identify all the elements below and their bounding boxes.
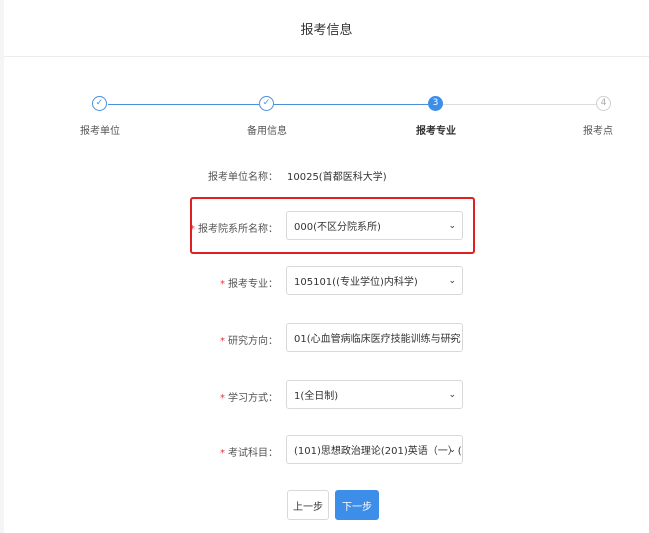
unit-label: 报考单位名称：	[208, 172, 278, 183]
major-select-value: 105101((专业学位)内科学)	[294, 277, 418, 288]
step-4-marker: 4	[596, 96, 611, 111]
direction-select[interactable]: 01(心血管病临床医疗技能训练与研究（... ⌄	[286, 323, 463, 352]
subjects-select-value: (101)思想政治理论(201)英语（一）(30...	[294, 446, 462, 457]
step-3-label: 报考专业	[416, 126, 456, 137]
required-marker: *	[220, 336, 225, 347]
chevron-down-icon: ⌄	[448, 389, 456, 400]
direction-select-value: 01(心血管病临床医疗技能训练与研究（...	[294, 334, 463, 345]
chevron-down-icon: ⌄	[448, 444, 456, 455]
step-2-label: 备用信息	[247, 126, 287, 137]
department-select-value: 000(不区分院系所)	[294, 222, 381, 233]
subjects-select[interactable]: (101)思想政治理论(201)英语（一）(30... ⌄	[286, 435, 463, 464]
chevron-down-icon: ⌄	[448, 220, 456, 231]
step-2-check-icon: ✓	[259, 96, 274, 111]
department-select[interactable]: 000(不区分院系所) ⌄	[286, 211, 463, 240]
page-title: 报考信息	[300, 22, 353, 38]
step-connector-3	[443, 104, 596, 105]
step-1-check-icon: ✓	[92, 96, 107, 111]
study-mode-select[interactable]: 1(全日制) ⌄	[286, 380, 463, 409]
major-select[interactable]: 105101((专业学位)内科学) ⌄	[286, 266, 463, 295]
step-3-marker: 3	[428, 96, 443, 111]
subjects-label: * 考试科目：	[220, 448, 278, 459]
study-mode-select-value: 1(全日制)	[294, 391, 339, 402]
required-marker: *	[220, 393, 225, 404]
step-1-label: 报考单位	[80, 126, 120, 137]
unit-value: 10025(首都医科大学)	[287, 172, 387, 183]
step-connector-1	[108, 104, 259, 105]
required-marker: *	[220, 448, 225, 459]
step-4-label: 报考点	[583, 126, 613, 137]
direction-label: * 研究方向：	[220, 336, 278, 347]
next-step-button[interactable]: 下一步	[335, 490, 379, 520]
study-mode-label: * 学习方式：	[220, 393, 278, 404]
required-marker: *	[190, 224, 195, 235]
step-connector-2	[274, 104, 428, 105]
major-label: * 报考专业：	[220, 279, 278, 290]
required-marker: *	[220, 279, 225, 290]
page-header: 报考信息	[4, 0, 649, 57]
chevron-down-icon: ⌄	[448, 332, 456, 343]
department-label: * 报考院系所名称：	[190, 224, 278, 235]
prev-step-button[interactable]: 上一步	[287, 490, 329, 520]
chevron-down-icon: ⌄	[448, 275, 456, 286]
